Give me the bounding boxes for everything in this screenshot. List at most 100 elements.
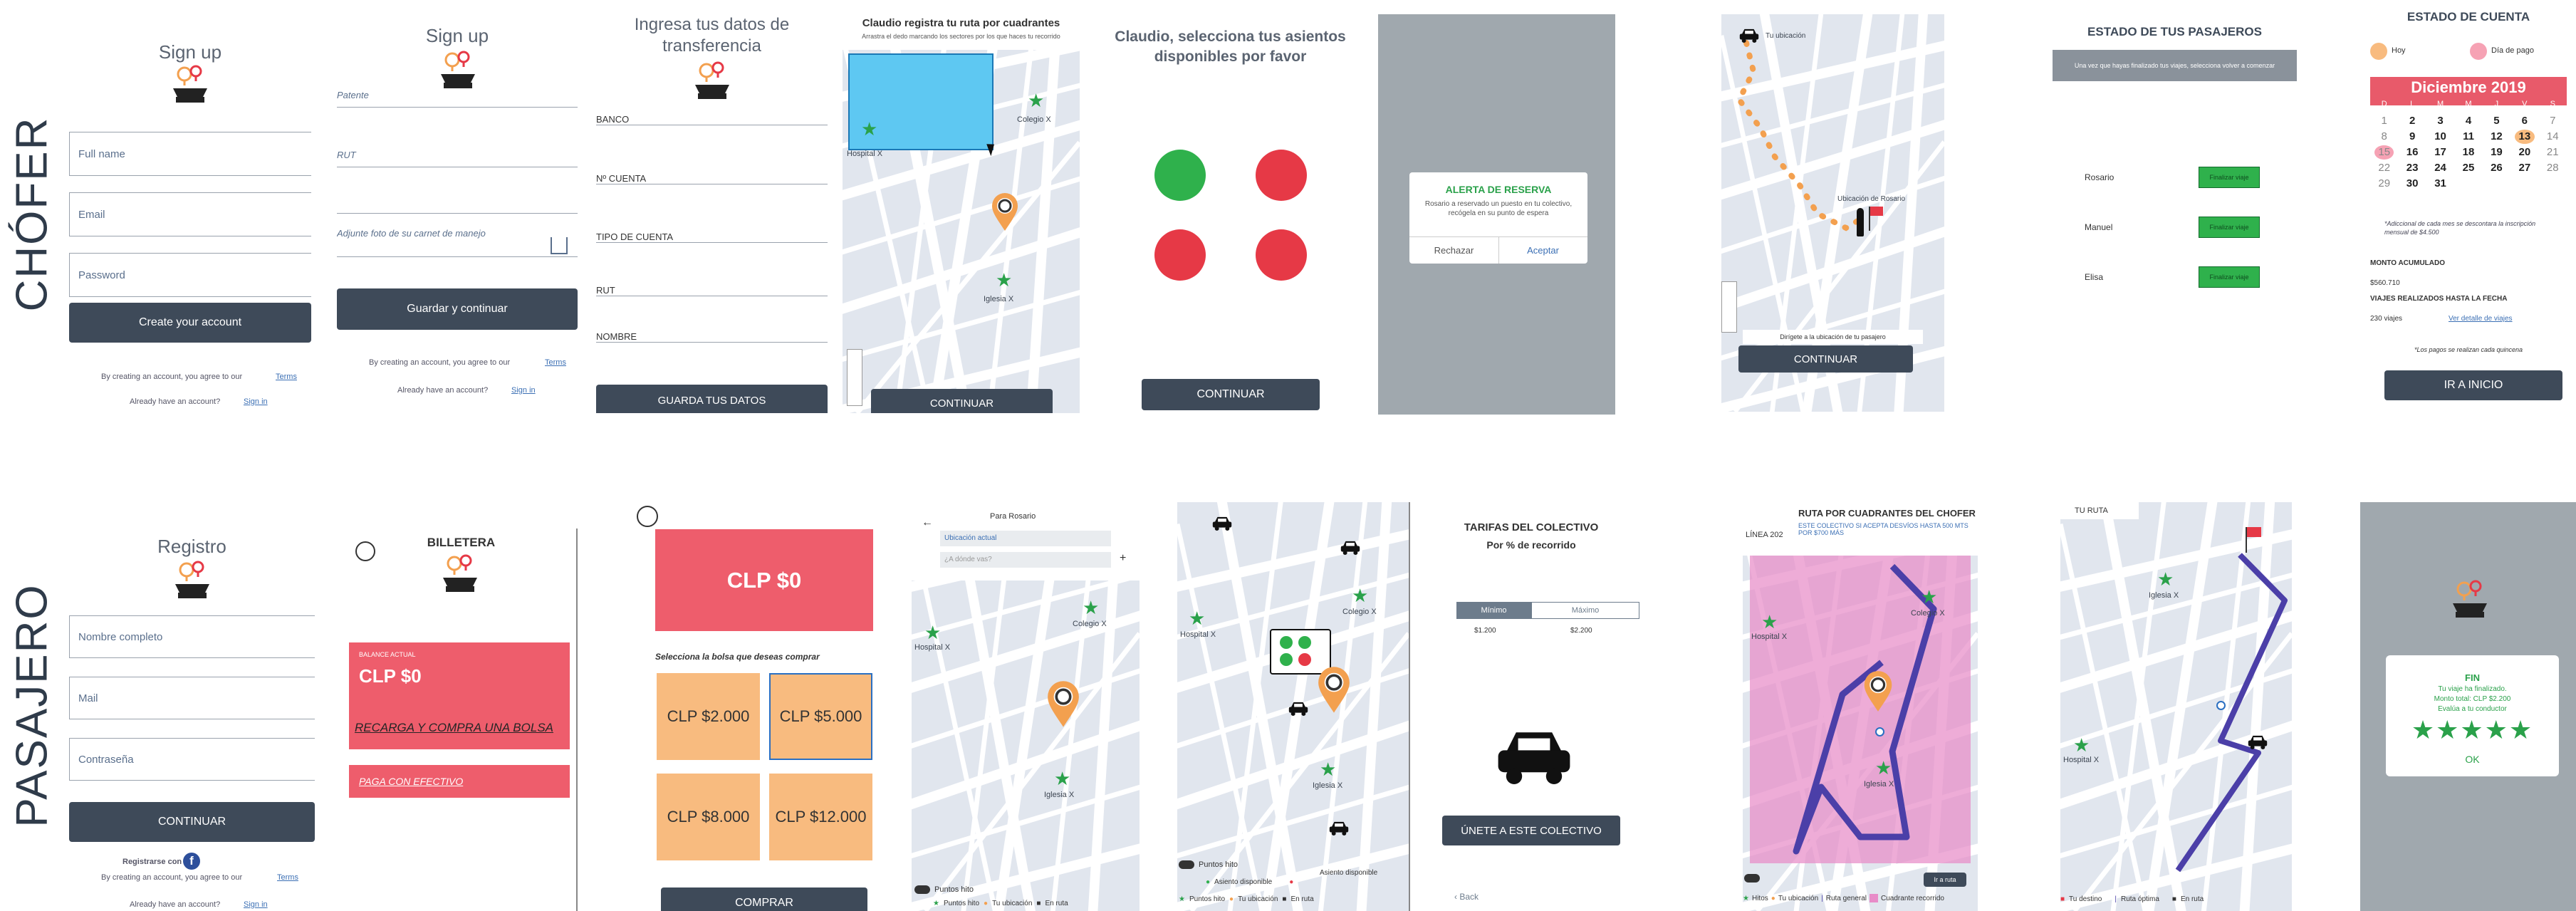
toggle[interactable] xyxy=(1744,874,1760,883)
calendar-day[interactable]: 31 xyxy=(2431,177,2450,191)
license-photo-field[interactable]: Adjunte foto de su carnet de manejo xyxy=(337,228,578,257)
finalizar-viaje-button[interactable]: Finalizar viaje xyxy=(2199,266,2260,288)
rut-field[interactable]: RUT xyxy=(596,267,828,296)
terms-link[interactable]: Terms xyxy=(545,358,566,367)
calendar-day[interactable]: 18 xyxy=(2458,145,2478,160)
bag-2000[interactable]: CLP $2.000 xyxy=(657,673,760,760)
terms-link[interactable]: Terms xyxy=(276,373,297,381)
calendar-day[interactable]: 11 xyxy=(2458,130,2478,144)
password-field[interactable]: Password xyxy=(69,253,311,297)
calendar-day[interactable]: 15 xyxy=(2374,145,2394,160)
back-arrow-icon[interactable]: ← xyxy=(922,516,933,529)
tab-minimo[interactable]: Mínimo xyxy=(1456,602,1531,619)
calendar-day[interactable]: 3 xyxy=(2431,114,2450,128)
efectivo-card[interactable]: PAGA CON EFECTIVO xyxy=(349,765,570,798)
nombre-completo-field[interactable]: Nombre completo xyxy=(69,615,315,658)
patente-field[interactable]: Patente xyxy=(337,90,578,108)
calendar-day[interactable]: 30 xyxy=(2402,177,2421,191)
calendar-day[interactable]: 8 xyxy=(2374,130,2394,144)
seat-occupied[interactable] xyxy=(1256,229,1307,281)
ubicacion-actual-input[interactable]: Ubicación actual xyxy=(940,531,1111,546)
calendar-day[interactable]: 24 xyxy=(2431,161,2450,175)
calendar-day[interactable]: 28 xyxy=(2543,161,2562,175)
finalizar-viaje-button[interactable]: Finalizar viaje xyxy=(2199,167,2260,188)
continuar-button[interactable]: CONTINUAR xyxy=(871,389,1053,413)
contrasena-field[interactable]: Contraseña xyxy=(69,738,315,781)
puntos-hito-toggle[interactable]: Puntos hito xyxy=(1179,860,1238,869)
calendar-day[interactable]: 29 xyxy=(2374,177,2394,191)
taxi-icon[interactable] xyxy=(1288,700,1309,716)
efectivo-link[interactable]: PAGA CON EFECTIVO xyxy=(359,776,463,787)
taxi-icon[interactable] xyxy=(1340,539,1361,555)
calendar-day[interactable]: 17 xyxy=(2431,145,2450,160)
nombre-field[interactable]: NOMBRE xyxy=(596,313,828,343)
calendar-day[interactable]: 20 xyxy=(2515,145,2534,160)
calendar-day[interactable]: 4 xyxy=(2458,114,2478,128)
calendar-day[interactable]: 14 xyxy=(2543,130,2562,144)
reject-button[interactable]: Rechazar xyxy=(1409,245,1498,256)
calendar-day[interactable]: 21 xyxy=(2543,145,2562,160)
calendar-day[interactable]: 12 xyxy=(2487,130,2506,144)
calendar-day[interactable]: 2 xyxy=(2402,114,2421,128)
create-account-button[interactable]: Create your account xyxy=(69,303,311,343)
ver-detalle-link[interactable]: Ver detalle de viajes xyxy=(2449,315,2513,323)
zoom-controls[interactable] xyxy=(847,349,862,406)
calendar-day[interactable]: 7 xyxy=(2543,114,2562,128)
guarda-datos-button[interactable]: GUARDA TUS DATOS xyxy=(596,385,828,413)
calendar-day[interactable]: 25 xyxy=(2458,161,2478,175)
ok-button[interactable]: OK xyxy=(2386,754,2559,765)
seat-occupied[interactable] xyxy=(1256,150,1307,201)
mail-field[interactable]: Mail xyxy=(69,677,315,719)
signin-link[interactable]: Sign in xyxy=(511,386,536,395)
banco-field[interactable]: BANCO xyxy=(596,96,828,125)
calendar-day[interactable]: 23 xyxy=(2402,161,2421,175)
terms-link[interactable]: Terms xyxy=(277,873,298,882)
ir-ruta-button[interactable]: Ir a ruta xyxy=(1924,873,1966,887)
email-field[interactable]: Email xyxy=(69,192,311,236)
accept-button[interactable]: Aceptar xyxy=(1498,245,1587,256)
upload-icon[interactable] xyxy=(551,237,568,254)
bag-12000[interactable]: CLP $12.000 xyxy=(769,774,872,860)
full-name-field[interactable]: Full name xyxy=(69,132,311,176)
cuenta-field[interactable]: Nº CUENTA xyxy=(596,155,828,184)
blank-field[interactable] xyxy=(337,196,578,214)
signin-link[interactable]: Sign in xyxy=(244,397,268,406)
ir-inicio-button[interactable]: IR A INICIO xyxy=(2384,370,2562,400)
calendar-day[interactable]: 22 xyxy=(2374,161,2394,175)
calendar-day[interactable]: 1 xyxy=(2374,114,2394,128)
tab-maximo[interactable]: Máximo xyxy=(1531,602,1639,619)
back-link[interactable]: ‹ Back xyxy=(1454,892,1479,902)
seat-occupied[interactable] xyxy=(1154,229,1206,281)
calendar-day[interactable]: 6 xyxy=(2515,114,2534,128)
taxi-icon[interactable] xyxy=(1328,820,1350,835)
rating-stars[interactable]: ★★★★★ xyxy=(2386,715,2559,745)
seat-available[interactable] xyxy=(1154,150,1206,201)
guardar-continuar-button[interactable]: Guardar y continuar xyxy=(337,288,578,330)
zoom-controls[interactable] xyxy=(1721,281,1737,333)
facebook-icon[interactable]: f xyxy=(183,853,200,870)
calendar-day[interactable]: 10 xyxy=(2431,130,2450,144)
bag-5000[interactable]: CLP $5.000 xyxy=(769,673,872,760)
rut-field[interactable]: RUT xyxy=(337,150,578,167)
calendar-day[interactable]: 9 xyxy=(2402,130,2421,144)
recarga-link[interactable]: RECARGA Y COMPRA UNA BOLSA xyxy=(355,721,553,735)
calendar-day[interactable]: 26 xyxy=(2487,161,2506,175)
continuar-button[interactable]: CONTINUAR xyxy=(69,802,315,842)
continuar-button[interactable]: CONTINUAR xyxy=(1738,345,1913,373)
adonde-input[interactable]: ¿A dónde vas? xyxy=(940,552,1111,568)
comprar-button[interactable]: COMPRAR xyxy=(661,887,867,911)
puntos-hito-toggle[interactable]: Puntos hito xyxy=(914,885,974,894)
taxi-icon[interactable] xyxy=(1211,515,1233,531)
unete-button[interactable]: ÚNETE A ESTE COLECTIVO xyxy=(1442,816,1620,845)
calendar-day[interactable]: 19 xyxy=(2487,145,2506,160)
signin-link[interactable]: Sign in xyxy=(244,900,268,909)
add-stop-icon[interactable]: + xyxy=(1120,552,1126,565)
calendar-day[interactable]: 16 xyxy=(2402,145,2421,160)
continuar-button[interactable]: CONTINUAR xyxy=(1142,379,1320,410)
tipo-cuenta-field[interactable]: TIPO DE CUENTA xyxy=(596,214,828,243)
calendar-day[interactable]: 13 xyxy=(2515,130,2535,144)
calendar-day[interactable]: 27 xyxy=(2515,161,2534,175)
user-icon[interactable] xyxy=(637,506,658,527)
calendar-day[interactable]: 5 xyxy=(2487,114,2506,128)
bag-8000[interactable]: CLP $8.000 xyxy=(657,774,760,860)
